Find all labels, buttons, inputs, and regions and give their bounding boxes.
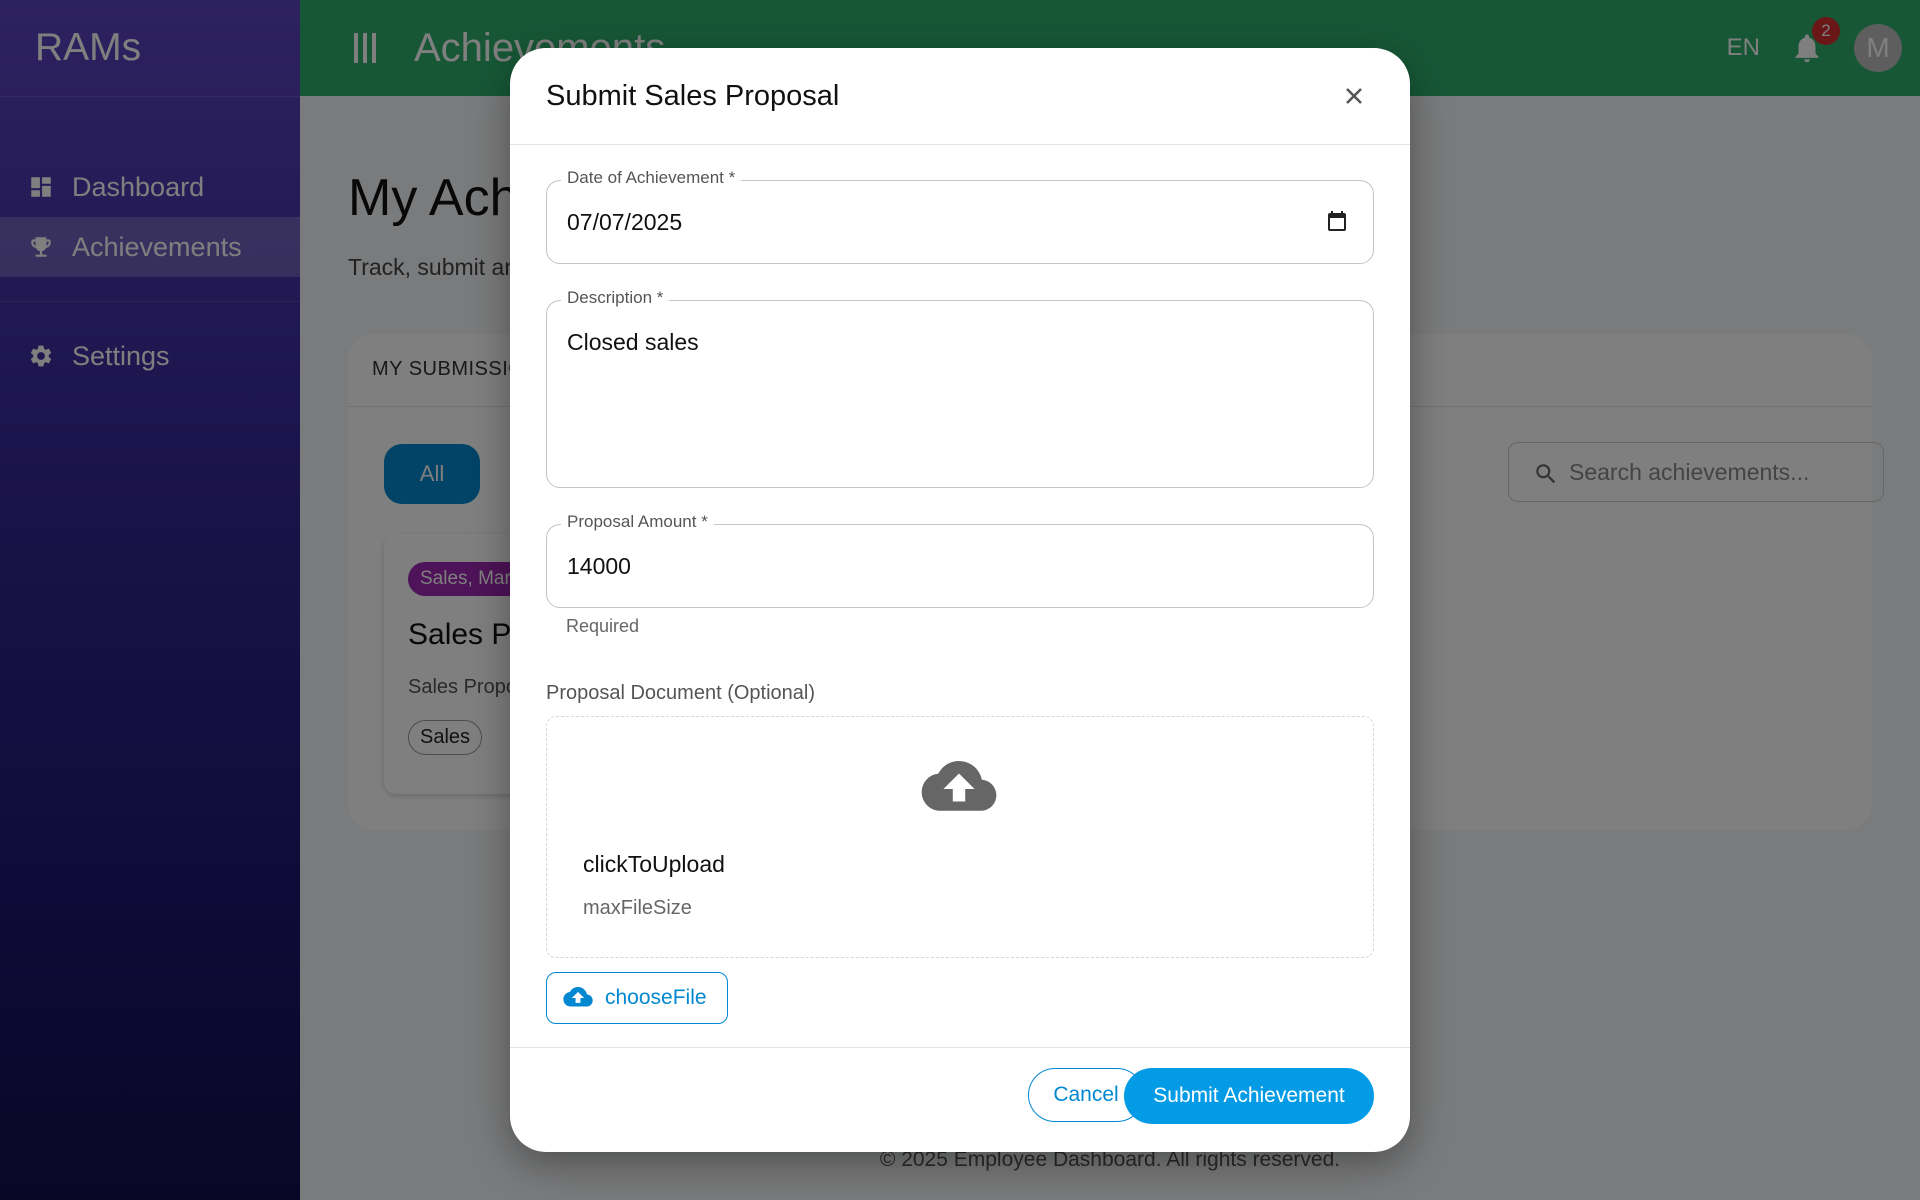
dialog-actions: Cancel Submit Achievement <box>510 1047 1410 1152</box>
date-value: 07/07/2025 <box>567 209 683 235</box>
close-icon <box>1346 88 1362 104</box>
amount-field[interactable]: Proposal Amount * 14000 <box>546 512 1374 608</box>
description-label: Description * <box>561 288 670 308</box>
description-field[interactable]: Description * Closed sales <box>546 288 1374 488</box>
upload-dropzone[interactable]: clickToUpload maxFileSize <box>546 716 1374 958</box>
date-label: Date of Achievement * <box>561 168 742 188</box>
dialog-title: Submit Sales Proposal <box>546 79 840 112</box>
cloud-upload-icon <box>563 987 593 1007</box>
close-button[interactable] <box>1334 76 1374 116</box>
calendar-icon[interactable] <box>1325 209 1349 233</box>
amount-value: 14000 <box>567 553 631 579</box>
submit-proposal-dialog: Submit Sales Proposal Date of Achievemen… <box>510 48 1410 1152</box>
choose-file-label: chooseFile <box>605 986 707 1009</box>
amount-helper-text: Required <box>566 616 640 636</box>
description-value: Closed sales <box>567 329 699 355</box>
date-field[interactable]: Date of Achievement * 07/07/2025 <box>546 168 1374 264</box>
upload-subtitle: maxFileSize <box>583 897 692 919</box>
submit-achievement-button[interactable]: Submit Achievement <box>1124 1068 1374 1124</box>
amount-label: Proposal Amount * <box>561 512 714 532</box>
document-label: Proposal Document (Optional) <box>546 682 816 704</box>
choose-file-button[interactable]: chooseFile <box>546 972 728 1024</box>
upload-title: clickToUpload <box>583 851 725 877</box>
cloud-upload-icon <box>921 761 997 811</box>
